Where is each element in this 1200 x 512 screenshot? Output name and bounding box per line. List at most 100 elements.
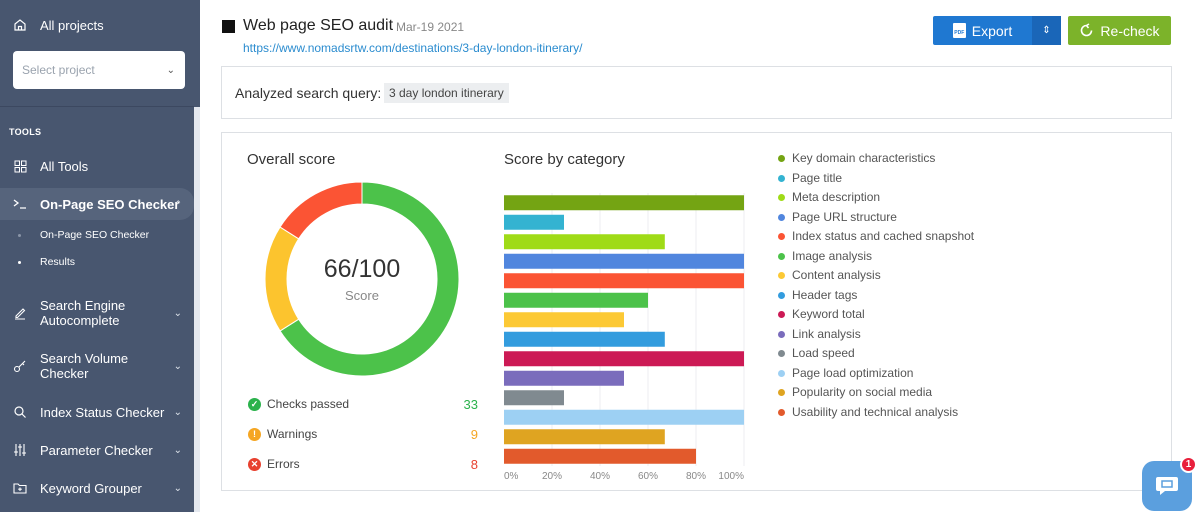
recheck-button[interactable]: Re-check bbox=[1068, 16, 1171, 45]
query-value-chip: 3 day london itinerary bbox=[384, 83, 509, 103]
bar-link-analysis[interactable] bbox=[504, 370, 624, 386]
sidebar-item-keyword-grouper[interactable]: Keyword Grouper ⌄ bbox=[0, 478, 194, 498]
chevron-down-icon: ⌄ bbox=[173, 406, 182, 418]
sidebar-item-label: On-Page SEO Checker bbox=[40, 196, 180, 212]
legend-label: Page URL structure bbox=[792, 209, 897, 224]
sidebar-item-index-status-checker[interactable]: Index Status Checker ⌄ bbox=[0, 402, 194, 422]
recheck-label: Re-check bbox=[1100, 22, 1160, 39]
tools-heading: TOOLS bbox=[9, 127, 42, 137]
legend-label: Load speed bbox=[792, 346, 855, 360]
sidebar-item-search-volume-checker[interactable]: Search Volume Checker ⌄ bbox=[0, 349, 194, 383]
chat-icon bbox=[1156, 477, 1178, 495]
sidebar-item-label: Search Volume Checker bbox=[40, 351, 129, 381]
all-projects-label: All projects bbox=[40, 17, 104, 33]
sub-item-results[interactable]: Results bbox=[0, 256, 194, 270]
legend-label: Header tags bbox=[792, 287, 858, 302]
score-value: 66/100 bbox=[323, 255, 401, 283]
legend-dot-icon bbox=[778, 291, 785, 299]
all-projects-link[interactable]: All projects bbox=[0, 16, 194, 34]
error-circle-icon: ✕ bbox=[248, 457, 261, 471]
sub-item-label: On-Page SEO Checker bbox=[40, 229, 150, 241]
stat-label: Warnings bbox=[267, 427, 318, 441]
stat-label: Checks passed bbox=[267, 397, 350, 411]
stat-value: 33 bbox=[463, 396, 478, 412]
bar-page-title[interactable] bbox=[504, 214, 564, 230]
legend-label: Popularity on social media bbox=[792, 385, 933, 399]
refresh-icon bbox=[1081, 23, 1093, 37]
check-circle-icon: ✓ bbox=[248, 397, 261, 411]
bar-header-tags[interactable] bbox=[504, 331, 665, 347]
sidebar-item-label: Parameter Checker bbox=[40, 442, 153, 458]
bar-page-url-structure[interactable] bbox=[504, 253, 744, 269]
category-bar-chart: 0% 20% 40% 60% 80% 100% bbox=[504, 193, 745, 479]
bar-load-speed[interactable] bbox=[504, 390, 564, 406]
home-icon bbox=[12, 17, 28, 33]
chevron-down-icon: ⌄ bbox=[173, 360, 182, 372]
sidebar-item-all-tools[interactable]: All Tools bbox=[0, 156, 194, 176]
stat-value: 8 bbox=[470, 456, 478, 472]
pdf-icon: PDF bbox=[952, 23, 966, 38]
legend-label: Image analysis bbox=[792, 248, 873, 263]
legend-label: Content analysis bbox=[792, 268, 881, 282]
sidebar-divider bbox=[0, 106, 194, 107]
folder-plus-icon bbox=[12, 480, 28, 496]
chevron-up-icon[interactable]: ⌃ bbox=[174, 199, 182, 210]
stat-errors: ✕ Errors 8 bbox=[248, 455, 478, 473]
bar-index-status-and-cached-snapshot[interactable] bbox=[504, 273, 744, 289]
sub-item-on-page-seo-checker[interactable]: On-Page SEO Checker bbox=[0, 229, 194, 243]
legend-dot-icon bbox=[778, 311, 785, 318]
sidebar: All projects Select project ⌄ TOOLS All … bbox=[0, 0, 200, 512]
grid-icon bbox=[12, 158, 28, 174]
legend-label: Page load optimization bbox=[792, 365, 914, 380]
legend-label: Meta description bbox=[792, 190, 881, 204]
bar-keyword-total[interactable] bbox=[504, 351, 744, 367]
query-card: Analyzed search query: 3 day london itin… bbox=[221, 66, 1172, 119]
score-label: Score bbox=[345, 288, 379, 303]
x-tick-label: 40% bbox=[590, 471, 610, 479]
sidebar-item-label: Keyword Grouper bbox=[40, 480, 142, 496]
terminal-icon bbox=[12, 196, 28, 212]
legend-dot-icon bbox=[778, 272, 785, 279]
export-label: Export bbox=[971, 22, 1013, 39]
bar-usability-and-technical-analysis[interactable] bbox=[504, 448, 696, 464]
legend-label: Index status and cached snapshot bbox=[792, 229, 975, 243]
sidebar-item-parameter-checker[interactable]: Parameter Checker ⌄ bbox=[0, 440, 194, 460]
export-button[interactable]: PDF Export bbox=[933, 16, 1032, 45]
warning-circle-icon: ! bbox=[248, 427, 261, 441]
legend-dot-icon bbox=[778, 155, 785, 162]
sidebar-item-on-page-seo-checker[interactable]: On-Page SEO Checker ⌃ bbox=[0, 188, 194, 220]
legend-dot-icon bbox=[778, 408, 785, 416]
donut-center: 66/100 Score bbox=[264, 181, 460, 377]
sidebar-item-label: Index Status Checker bbox=[40, 404, 165, 420]
legend-label: Keyword total bbox=[792, 307, 865, 321]
bar-page-load-optimization[interactable] bbox=[504, 409, 744, 425]
export-options-toggle[interactable]: ⇕ bbox=[1032, 16, 1061, 45]
bar-meta-description[interactable] bbox=[504, 234, 665, 250]
x-tick-label: 60% bbox=[638, 471, 658, 479]
chevron-down-icon: ⌄ bbox=[166, 64, 175, 76]
select-project-dropdown[interactable]: Select project ⌄ bbox=[13, 51, 185, 89]
sidebar-item-search-engine-autocomplete[interactable]: Search Engine Autocomplete ⌄ bbox=[0, 296, 194, 330]
bar-popularity-on-social-media[interactable] bbox=[504, 429, 665, 445]
title-square-icon bbox=[222, 20, 235, 33]
query-label: Analyzed search query: bbox=[235, 85, 382, 101]
legend-dot-icon bbox=[778, 389, 785, 396]
bullet-icon bbox=[18, 261, 21, 264]
bar-key-domain-characteristics[interactable] bbox=[504, 195, 744, 211]
x-tick-label: 80% bbox=[686, 471, 706, 479]
legend-dot-icon bbox=[778, 252, 785, 260]
page-title: Web page SEO audit bbox=[243, 17, 394, 34]
main-content: Web page SEO audit Mar-19 2021 https://w… bbox=[200, 0, 1200, 512]
audited-url-link[interactable]: https://www.nomadsrtw.com/destinations/3… bbox=[243, 41, 583, 55]
score-by-category-title: Score by category bbox=[504, 151, 625, 168]
chevron-down-icon: ⌄ bbox=[173, 482, 182, 494]
x-tick-label: 0% bbox=[504, 471, 519, 479]
chevron-down-icon: ⌄ bbox=[173, 307, 182, 319]
overall-score-title: Overall score bbox=[247, 151, 336, 168]
bar-image-analysis[interactable] bbox=[504, 292, 648, 308]
legend-label: Usability and technical analysis bbox=[792, 404, 959, 419]
score-card: Overall score 66/100 Score ✓ Checks pass… bbox=[221, 132, 1172, 491]
sub-item-label: Results bbox=[40, 256, 76, 268]
sliders-icon bbox=[12, 442, 28, 458]
bar-content-analysis[interactable] bbox=[504, 312, 624, 328]
